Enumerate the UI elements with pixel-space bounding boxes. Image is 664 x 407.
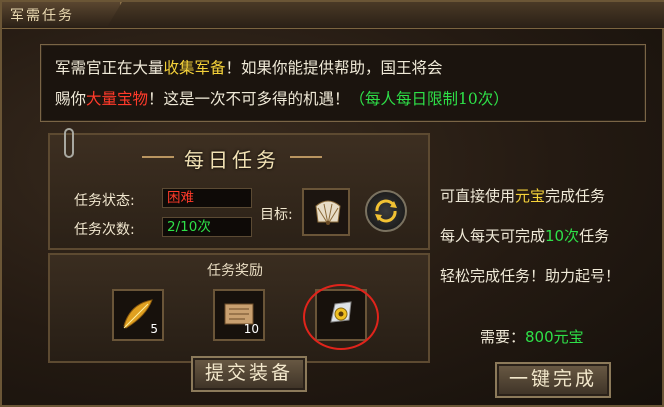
status-label: 任务状态: <box>74 193 135 209</box>
cost-label: 需要： <box>480 328 526 346</box>
paperclip-icon <box>64 128 74 158</box>
info-line-1: 可直接使用元宝完成任务 <box>440 185 605 206</box>
notice-highlight: 大量宝物 <box>86 90 149 108</box>
notice-text: ！如果你能提供帮助，国王将会 <box>225 59 443 77</box>
quest-window: 军需任务 军需官正在大量收集军备！如果你能提供帮助，国王将会 赐你大量宝物！这是… <box>0 0 664 407</box>
info-text: 每人每天可完成 <box>440 227 546 245</box>
info-highlight: 元宝 <box>515 187 546 205</box>
reward-count: 5 <box>150 322 158 336</box>
info-text: 可直接使用 <box>440 187 516 205</box>
info-line-2: 每人每天可完成10次任务 <box>440 225 609 246</box>
notice-panel: 军需官正在大量收集军备！如果你能提供帮助，国王将会 赐你大量宝物！这是一次不可多… <box>40 44 646 122</box>
submit-equipment-button[interactable]: 提交装备 <box>191 356 307 392</box>
title-bar: 军需任务 <box>2 2 664 29</box>
target-label: 目标: <box>260 207 293 223</box>
notice-text: ！这是一次不可多得的机遇！ <box>148 90 350 108</box>
notice-highlight: 收集军备 <box>163 59 226 77</box>
cost-value: 800元宝 <box>525 328 584 346</box>
info-highlight: 10次 <box>545 227 580 245</box>
target-slot[interactable] <box>302 188 350 236</box>
reward-item-feather[interactable]: 5 <box>112 289 164 341</box>
task-banner: 每日任务 <box>132 142 332 176</box>
title-tab: 军需任务 <box>2 2 122 26</box>
reward-count: 10 <box>243 322 259 336</box>
notice-text: 军需官正在大量 <box>55 59 164 77</box>
task-title: 每日任务 <box>184 148 280 172</box>
refresh-button[interactable] <box>365 190 407 232</box>
notice-limit: （每人每日限制10次） <box>349 90 509 108</box>
count-label: 任务次数: <box>74 222 135 238</box>
window-title: 军需任务 <box>10 8 74 24</box>
reward-title: 任务奖励 <box>207 263 263 279</box>
info-text: 任务 <box>579 227 610 245</box>
count-value: 2/10次 <box>162 217 252 237</box>
notice-line-2: 赐你大量宝物！这是一次不可多得的机遇！（每人每日限制10次） <box>55 87 509 109</box>
status-value: 困难 <box>162 188 252 208</box>
notice-text: 赐你 <box>55 90 87 108</box>
ornament-icon <box>142 156 174 158</box>
cost-line: 需要：800元宝 <box>480 326 584 347</box>
info-line-3: 轻松完成任务！助力起号！ <box>440 267 621 285</box>
fan-icon <box>315 200 341 225</box>
one-click-complete-button[interactable]: 一键完成 <box>495 362 611 398</box>
refresh-icon <box>375 199 397 223</box>
ornament-icon <box>290 156 322 158</box>
notice-line-1: 军需官正在大量收集军备！如果你能提供帮助，国王将会 <box>55 56 443 78</box>
info-text: 完成任务 <box>545 187 606 205</box>
reward-item-scroll[interactable]: 10 <box>213 289 265 341</box>
highlight-circle <box>303 284 379 350</box>
